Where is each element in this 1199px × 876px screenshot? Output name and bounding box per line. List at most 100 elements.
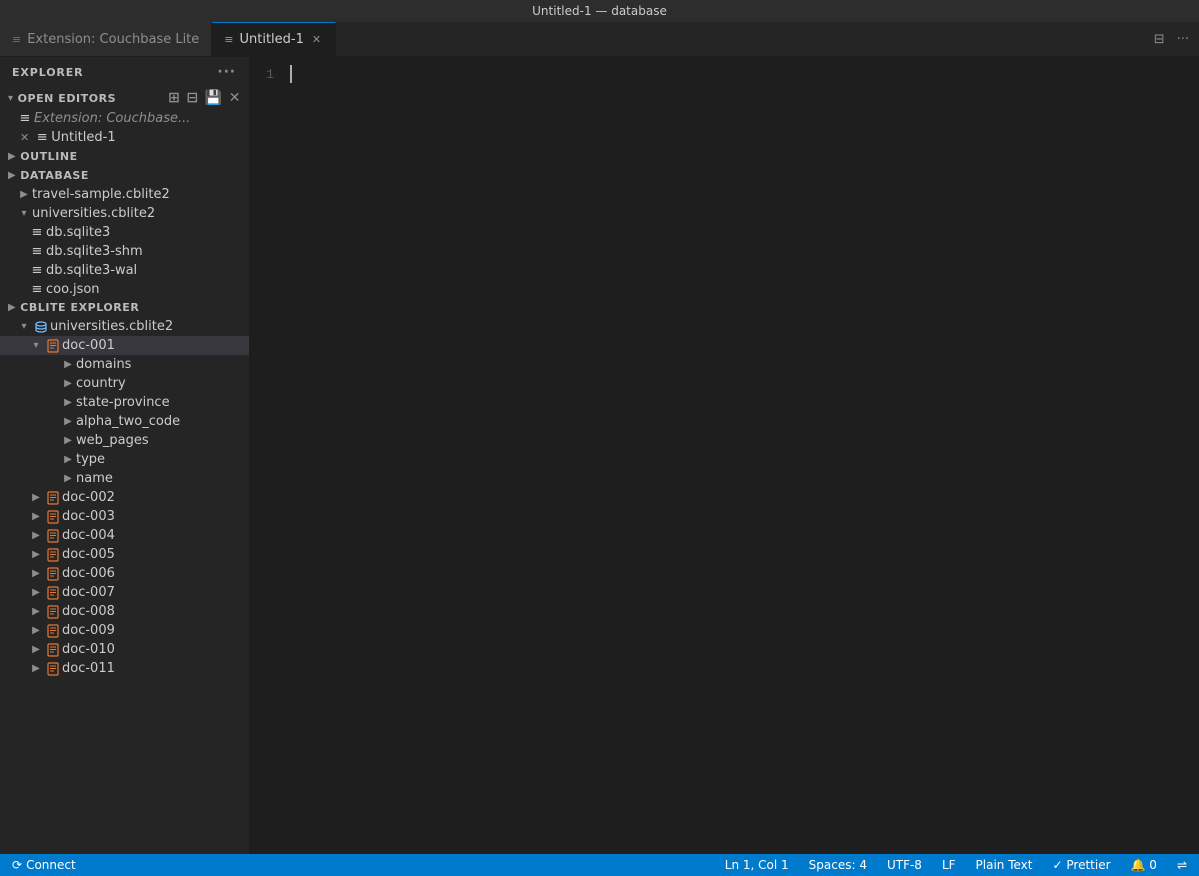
db-sqlite3-item[interactable]: ≡ db.sqlite3 xyxy=(0,223,249,242)
explorer-header-icons: ··· xyxy=(216,63,237,81)
split-editor-icon[interactable]: ⊟ xyxy=(1152,30,1167,49)
save-all-icon[interactable]: 💾 xyxy=(205,90,223,106)
cblite-universities-item[interactable]: ▾ universities.cblite2 xyxy=(0,317,249,336)
doc-002-chevron: ▶ xyxy=(28,492,44,503)
open-editor-untitled[interactable]: ✕ ≡ Untitled-1 xyxy=(0,128,249,147)
doc-006-icon xyxy=(44,567,62,581)
code-area[interactable] xyxy=(286,57,1199,854)
doc-011-item[interactable]: ▶ doc-011 xyxy=(0,659,249,678)
doc-005-label: doc-005 xyxy=(62,547,249,562)
close-all-editors-icon[interactable]: ✕ xyxy=(229,90,241,106)
doc-002-label: doc-002 xyxy=(62,490,249,505)
db-sqlite3-label: db.sqlite3 xyxy=(46,225,249,240)
doc-009-label: doc-009 xyxy=(62,623,249,638)
doc-010-label: doc-010 xyxy=(62,642,249,657)
doc-001-item[interactable]: ▾ doc-001 xyxy=(0,336,249,355)
open-editors-header[interactable]: ▾ OPEN EDITORS ⊞ ⊟ 💾 ✕ xyxy=(0,87,249,109)
line-ending-indicator[interactable]: LF xyxy=(938,858,960,872)
cursor-position[interactable]: Ln 1, Col 1 xyxy=(721,858,793,872)
tab-untitled-icon: ≡ xyxy=(224,33,233,46)
alpha-two-code-chevron: ▶ xyxy=(60,416,76,427)
doc-004-label: doc-004 xyxy=(62,528,249,543)
extension-file-icon: ≡ xyxy=(16,111,34,126)
open-editor-untitled-close[interactable]: ✕ xyxy=(16,131,33,144)
doc-010-item[interactable]: ▶ doc-010 xyxy=(0,640,249,659)
open-editor-extension-label: Extension: Couchbase... xyxy=(34,111,249,126)
editor-area[interactable]: 1 xyxy=(250,57,1199,854)
database-header[interactable]: ▶ DATABASE xyxy=(0,166,249,185)
notifications[interactable]: 🔔 0 xyxy=(1127,858,1161,872)
cblite-universities-label: universities.cblite2 xyxy=(50,319,249,334)
doc-008-item[interactable]: ▶ doc-008 xyxy=(0,602,249,621)
field-web-pages[interactable]: ▶ web_pages xyxy=(0,431,249,450)
db-sqlite3-wal-label: db.sqlite3-wal xyxy=(46,263,249,278)
spaces-indicator[interactable]: Spaces: 4 xyxy=(805,858,871,872)
doc-003-label: doc-003 xyxy=(62,509,249,524)
database-label: DATABASE xyxy=(20,169,89,182)
status-left: ⟳ Connect xyxy=(8,858,80,872)
sidebar-content: ▾ OPEN EDITORS ⊞ ⊟ 💾 ✕ ≡ Extension: Couc… xyxy=(0,87,249,854)
outline-label: OUTLINE xyxy=(20,150,77,163)
connect-icon: ⟳ xyxy=(12,858,22,872)
cblite-explorer-header[interactable]: ▶ CBLITE EXPLORER xyxy=(0,298,249,317)
type-chevron: ▶ xyxy=(60,454,76,465)
field-domains[interactable]: ▶ domains xyxy=(0,355,249,374)
web-pages-label: web_pages xyxy=(76,433,249,448)
open-editor-extension[interactable]: ≡ Extension: Couchbase... xyxy=(0,109,249,128)
prettier-indicator[interactable]: ✓ Prettier xyxy=(1048,858,1114,872)
doc-002-item[interactable]: ▶ doc-002 xyxy=(0,488,249,507)
doc-004-item[interactable]: ▶ doc-004 xyxy=(0,526,249,545)
doc-009-item[interactable]: ▶ doc-009 xyxy=(0,621,249,640)
explorer-title: EXPLORER xyxy=(12,66,84,79)
explorer-header: EXPLORER ··· xyxy=(0,57,249,87)
outline-header[interactable]: ▶ OUTLINE xyxy=(0,147,249,166)
doc-003-icon xyxy=(44,510,62,524)
tab-untitled-label: Untitled-1 xyxy=(240,32,304,47)
tab-more-icon[interactable]: ··· xyxy=(1175,30,1191,49)
tab-extension-label: Extension: Couchbase Lite xyxy=(27,32,199,47)
tab-untitled[interactable]: ≡ Untitled-1 ✕ xyxy=(212,22,336,56)
field-type[interactable]: ▶ type xyxy=(0,450,249,469)
doc-006-item[interactable]: ▶ doc-006 xyxy=(0,564,249,583)
web-pages-chevron: ▶ xyxy=(60,435,76,446)
coo-json-icon: ≡ xyxy=(28,282,46,297)
open-editors-chevron: ▾ xyxy=(8,93,14,104)
tab-extension-icon: ≡ xyxy=(12,33,21,46)
explorer-more-icon[interactable]: ··· xyxy=(216,63,237,81)
field-state-province[interactable]: ▶ state-province xyxy=(0,393,249,412)
new-group-icon[interactable]: ⊟ xyxy=(186,90,198,106)
field-name[interactable]: ▶ name xyxy=(0,469,249,488)
connect-label: Connect xyxy=(26,858,76,872)
doc-001-chevron: ▾ xyxy=(28,340,44,351)
doc-010-icon xyxy=(44,643,62,657)
text-cursor xyxy=(290,65,292,83)
status-bar: ⟳ Connect Ln 1, Col 1 Spaces: 4 UTF-8 LF… xyxy=(0,854,1199,876)
doc-001-icon xyxy=(44,339,62,353)
coo-json-item[interactable]: ≡ coo.json xyxy=(0,280,249,298)
db-sqlite3-shm-item[interactable]: ≡ db.sqlite3-shm xyxy=(0,242,249,261)
remote-icon[interactable]: ⇌ xyxy=(1173,858,1191,872)
doc-009-icon xyxy=(44,624,62,638)
doc-008-label: doc-008 xyxy=(62,604,249,619)
encoding-indicator[interactable]: UTF-8 xyxy=(883,858,926,872)
db-sqlite3-wal-item[interactable]: ≡ db.sqlite3-wal xyxy=(0,261,249,280)
travel-sample-item[interactable]: ▶ travel-sample.cblite2 xyxy=(0,185,249,204)
tab-untitled-close[interactable]: ✕ xyxy=(310,32,323,47)
tab-extension[interactable]: ≡ Extension: Couchbase Lite xyxy=(0,22,212,56)
doc-003-item[interactable]: ▶ doc-003 xyxy=(0,507,249,526)
cblite-universities-chevron: ▾ xyxy=(16,321,32,332)
field-country[interactable]: ▶ country xyxy=(0,374,249,393)
doc-006-label: doc-006 xyxy=(62,566,249,581)
doc-001-label: doc-001 xyxy=(62,338,249,353)
field-alpha-two-code[interactable]: ▶ alpha_two_code xyxy=(0,412,249,431)
editor-content: 1 xyxy=(250,57,1199,854)
save-files-icon[interactable]: ⊞ xyxy=(168,90,180,106)
doc-005-item[interactable]: ▶ doc-005 xyxy=(0,545,249,564)
line-numbers: 1 xyxy=(250,57,286,854)
universities-db-item[interactable]: ▾ universities.cblite2 xyxy=(0,204,249,223)
connect-button[interactable]: ⟳ Connect xyxy=(8,858,80,872)
db-sqlite3-shm-icon: ≡ xyxy=(28,244,46,259)
name-chevron: ▶ xyxy=(60,473,76,484)
language-mode[interactable]: Plain Text xyxy=(972,858,1037,872)
doc-007-item[interactable]: ▶ doc-007 xyxy=(0,583,249,602)
